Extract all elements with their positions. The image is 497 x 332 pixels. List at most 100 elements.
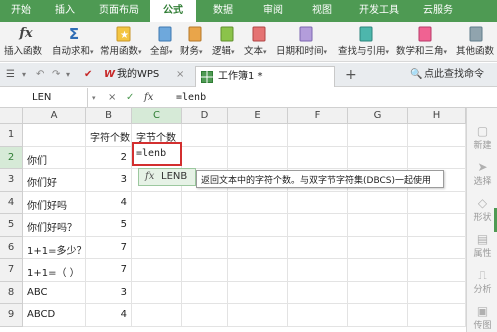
formula-input[interactable]: =lenb — [176, 88, 206, 108]
menu-tab-cloud[interactable]: 云服务 — [410, 0, 466, 22]
cell-c4[interactable] — [132, 191, 182, 214]
cell-e8[interactable] — [228, 281, 288, 304]
column-header-h[interactable]: H — [408, 108, 466, 124]
cell-f1[interactable] — [288, 124, 348, 147]
row-header[interactable]: 4 — [0, 191, 23, 214]
cell-a6[interactable]: 1+1=多少？ — [23, 236, 86, 259]
row-header[interactable]: 1 — [0, 124, 23, 147]
row-header[interactable]: 5 — [0, 214, 23, 237]
cell-a8[interactable]: ABC — [23, 281, 86, 304]
menu-tab-page-layout[interactable]: 页面布局 — [88, 0, 150, 22]
cell-e7[interactable] — [228, 259, 288, 282]
undo-icon[interactable]: ↶ — [36, 63, 44, 87]
cell-e1[interactable] — [228, 124, 288, 147]
cell-f9[interactable] — [288, 304, 348, 327]
row-header[interactable]: 8 — [0, 281, 23, 304]
menu-tab-data[interactable]: 数据 — [196, 0, 250, 22]
other-functions-button[interactable]: 其他函数 — [456, 22, 497, 62]
cell-d6[interactable] — [182, 236, 228, 259]
all-functions-button[interactable]: 全部▾ — [150, 22, 178, 62]
cell-g1[interactable] — [348, 124, 408, 147]
cell-a7[interactable]: 1+1=（ ） — [23, 259, 86, 282]
finance-functions-button[interactable]: 财务▾ — [180, 22, 210, 62]
math-functions-button[interactable]: 数学和三角▾ — [396, 22, 454, 62]
cell-c7[interactable] — [132, 259, 182, 282]
cell-f8[interactable] — [288, 281, 348, 304]
cell-f2[interactable] — [288, 146, 348, 169]
cell-c5[interactable] — [132, 214, 182, 237]
cell-d2[interactable] — [182, 146, 228, 169]
column-header-b[interactable]: B — [86, 108, 132, 124]
cell-a3[interactable]: 你们好 — [23, 169, 86, 192]
menu-tab-view[interactable]: 视图 — [296, 0, 348, 22]
side-properties-button[interactable]: ▤ 属性 — [467, 232, 497, 259]
cell-b6[interactable]: 7 — [86, 236, 132, 259]
autosum-button[interactable]: Σ 自动求和▾ — [52, 22, 98, 62]
column-header-a[interactable]: A — [23, 108, 86, 124]
cell-a2[interactable]: 你们 — [23, 146, 86, 169]
cell-b2[interactable]: 2 — [86, 146, 132, 169]
cancel-formula-button[interactable]: × — [108, 88, 116, 108]
cell-g9[interactable] — [348, 304, 408, 327]
redo-icon[interactable]: ↷ — [52, 63, 60, 87]
cell-h4[interactable] — [408, 191, 466, 214]
menu-tab-insert[interactable]: 插入 — [42, 0, 88, 22]
side-upload-image-button[interactable]: ▣ 传图 — [467, 304, 497, 331]
cell-a4[interactable]: 你们好吗 — [23, 191, 86, 214]
cell-e4[interactable] — [228, 191, 288, 214]
cell-d7[interactable] — [182, 259, 228, 282]
column-header-c[interactable]: C — [132, 108, 182, 124]
common-functions-button[interactable]: ★ 常用函数▾ — [100, 22, 148, 62]
side-shape-button[interactable]: ◇ 形状 — [467, 196, 497, 223]
search-icon[interactable]: 🔍 — [410, 63, 422, 87]
cell-h1[interactable] — [408, 124, 466, 147]
cell-b1[interactable]: 字符个数 — [86, 124, 132, 147]
cell-e5[interactable] — [228, 214, 288, 237]
cell-d9[interactable] — [182, 304, 228, 327]
cell-b5[interactable]: 5 — [86, 214, 132, 237]
row-header[interactable]: 9 — [0, 304, 23, 327]
cell-b9[interactable]: 4 — [86, 304, 132, 327]
chevron-down-icon[interactable]: ▾ — [92, 88, 96, 108]
cell-g4[interactable] — [348, 191, 408, 214]
my-wps-tab[interactable]: 我的WPS — [117, 63, 159, 87]
chevron-down-icon[interactable]: ▾ — [66, 63, 70, 87]
cell-d5[interactable] — [182, 214, 228, 237]
select-all-corner[interactable] — [0, 108, 23, 124]
chevron-down-icon[interactable]: ▾ — [22, 63, 26, 87]
menu-tab-formulas[interactable]: 公式 — [150, 0, 196, 22]
cell-f7[interactable] — [288, 259, 348, 282]
text-functions-button[interactable]: 文本▾ — [244, 22, 274, 62]
cell-c9[interactable] — [132, 304, 182, 327]
cell-b8[interactable]: 3 — [86, 281, 132, 304]
spreadsheet-grid[interactable]: A B C D E F G H 1 字符个数 字节个数 2 你们 2 3 你们好 3 4 你们好吗 4… — [0, 108, 466, 332]
column-header-f[interactable]: F — [288, 108, 348, 124]
cell-d4[interactable] — [182, 191, 228, 214]
column-header-g[interactable]: G — [348, 108, 408, 124]
cell-g5[interactable] — [348, 214, 408, 237]
cell-e2[interactable] — [228, 146, 288, 169]
new-tab-button[interactable]: + — [345, 63, 357, 87]
cell-b4[interactable]: 4 — [86, 191, 132, 214]
cell-f5[interactable] — [288, 214, 348, 237]
side-analysis-button[interactable]: ⎍ 分析 — [467, 268, 497, 295]
cell-e6[interactable] — [228, 236, 288, 259]
menu-tab-review[interactable]: 审阅 — [250, 0, 296, 22]
row-header[interactable]: 3 — [0, 169, 23, 192]
cell-a5[interactable]: 你们好吗？ — [23, 214, 86, 237]
cell-h2[interactable] — [408, 146, 466, 169]
side-new-button[interactable]: ▢ 新建 — [467, 124, 497, 151]
cell-g2[interactable] — [348, 146, 408, 169]
column-header-e[interactable]: E — [228, 108, 288, 124]
cell-g8[interactable] — [348, 281, 408, 304]
cell-h7[interactable] — [408, 259, 466, 282]
row-header[interactable]: 2 — [0, 146, 23, 169]
column-header-d[interactable]: D — [182, 108, 228, 124]
datetime-functions-button[interactable]: 日期和时间▾ — [276, 22, 336, 62]
close-icon[interactable]: × — [176, 63, 184, 87]
cell-g6[interactable] — [348, 236, 408, 259]
cell-h6[interactable] — [408, 236, 466, 259]
logic-functions-button[interactable]: 逻辑▾ — [212, 22, 242, 62]
autocomplete-item-lenb[interactable]: fx LENB — [138, 168, 196, 186]
cell-d1[interactable] — [182, 124, 228, 147]
